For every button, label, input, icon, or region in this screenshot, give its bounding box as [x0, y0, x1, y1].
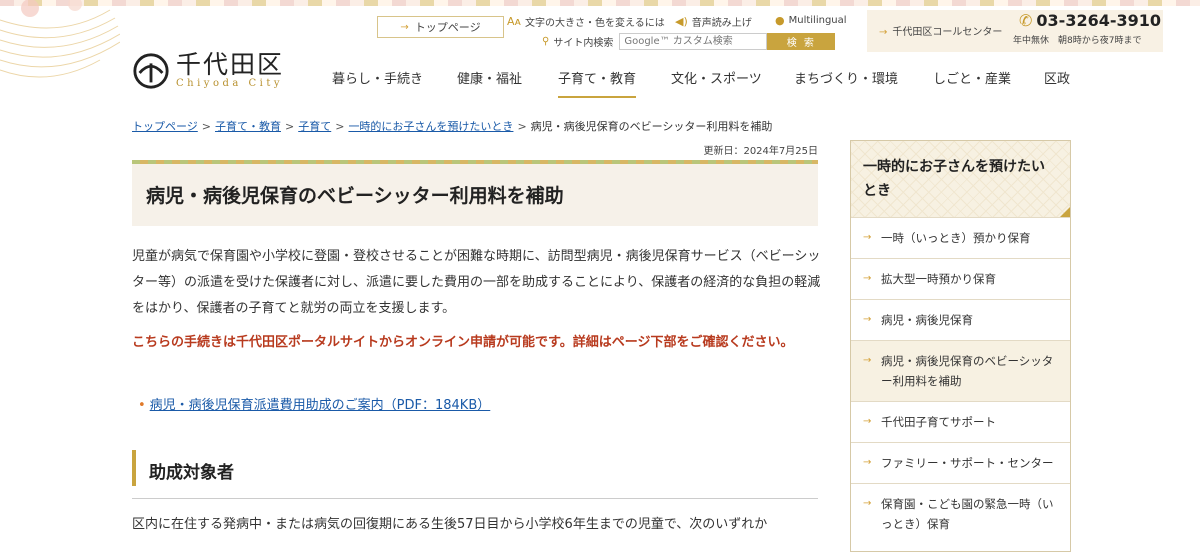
title-decorative-bar	[132, 160, 818, 164]
sidebar-header: 一時的にお子さんを預けたいとき	[851, 141, 1070, 217]
nav-item-culture[interactable]: 文化・スポーツ	[671, 68, 762, 87]
logo-title-en: Chiyoda City	[176, 78, 284, 89]
call-center-label: 千代田区コールセンター	[892, 27, 1003, 38]
nav-item-town[interactable]: まちづくり・環境	[794, 68, 898, 87]
sidebar-item-expanded[interactable]: → 拡大型一時預かり保育	[851, 258, 1070, 299]
sidebar-local-nav: 一時的にお子さんを預けたいとき → 一時（いっとき）預かり保育 → 拡大型一時預かり…	[850, 140, 1071, 552]
breadcrumb-separator: >	[285, 120, 295, 133]
arrow-right-icon: →	[863, 498, 872, 509]
breadcrumb-link-top[interactable]: トップページ	[132, 120, 198, 133]
sidebar-item-label: 一時（いっとき）預かり保育	[881, 231, 1031, 245]
intro-paragraph: 児童が病気で保育園や小学校に登園・登校させることが困難な時期に、訪問型病児・病後…	[132, 249, 821, 316]
sidebar-item-label: 病児・病後児保育のベビーシッター利用料を補助	[881, 354, 1054, 388]
sidebar-item-ittoki[interactable]: → 一時（いっとき）預かり保育	[851, 217, 1070, 258]
breadcrumb-link-childcare[interactable]: 子育て・教育	[215, 120, 281, 133]
arrow-right-icon: →	[863, 416, 872, 427]
top-page-label: トップページ	[414, 21, 481, 34]
nav-item-work[interactable]: しごと・産業	[933, 68, 1011, 87]
search-button[interactable]: 検 索	[767, 33, 836, 50]
sidebar-item-chiyoda-support[interactable]: → 千代田子育てサポート	[851, 401, 1070, 442]
sidebar-item-emergency-care[interactable]: → 保育園・こども園の緊急一時（いっとき）保育	[851, 483, 1070, 544]
voice-read-label: 音声読み上げ	[691, 18, 752, 29]
sidebar-item-label: ファミリー・サポート・センター	[881, 456, 1054, 470]
sidebar-item-label: 拡大型一時預かり保育	[881, 272, 996, 286]
nav-item-health[interactable]: 健康・福祉	[457, 68, 522, 87]
nav-item-childcare[interactable]: 子育て・教育	[558, 68, 637, 98]
font-size-color-label: 文字の大きさ・色を変えるには	[525, 18, 665, 29]
globe-icon: ●	[775, 14, 785, 27]
font-size-color-link[interactable]: Aᴀ 文字の大きさ・色を変えるには	[507, 14, 665, 29]
call-center-box: → 千代田区コールセンター ✆ 03-3264-3910 年中無休 朝8時から夜7時…	[867, 10, 1163, 52]
breadcrumb-current: 病児・病後児保育のベビーシッター利用料を補助	[530, 120, 773, 133]
sidebar-title: 一時的にお子さんを預けたいとき	[863, 159, 1045, 199]
site-search: ⚲ サイト内検索 検 索	[542, 33, 836, 50]
breadcrumb-separator: >	[517, 120, 527, 133]
top-page-button[interactable]: → トップページ	[377, 16, 504, 38]
arrow-right-icon: →	[863, 355, 872, 366]
call-number: ✆ 03-3264-3910	[1019, 11, 1161, 30]
search-input[interactable]	[619, 33, 768, 50]
call-number-text: 03-3264-3910	[1036, 11, 1162, 30]
arrow-right-icon: →	[863, 457, 872, 468]
decorative-wave-pattern	[0, 0, 120, 78]
breadcrumb-link-temporary[interactable]: 一時的にお子さんを預けたいとき	[348, 120, 513, 133]
search-icon: ⚲	[542, 36, 550, 47]
arrow-right-icon: →	[863, 232, 872, 243]
sidebar-item-sick-child[interactable]: → 病児・病後児保育	[851, 299, 1070, 340]
logo-title-ja: 千代田区	[176, 50, 285, 79]
chiyoda-emblem-icon	[133, 53, 169, 89]
sidebar-item-label: 千代田子育てサポート	[881, 415, 996, 429]
breadcrumb-separator: >	[335, 120, 345, 133]
arrow-right-icon: →	[879, 27, 888, 38]
pdf-link-item: • 病児・病後児保育派遣費用助成のご案内（PDF：184KB）	[138, 394, 490, 413]
page-title-box: 病児・病後児保育のベビーシッター利用料を補助	[132, 160, 818, 226]
breadcrumb-link-kosodate[interactable]: 子育て	[298, 120, 331, 133]
sidebar-item-family-support[interactable]: → ファミリー・サポート・センター	[851, 442, 1070, 483]
nav-item-living[interactable]: 暮らし・手続き	[332, 68, 423, 87]
sidebar-corner-accent	[1060, 207, 1070, 217]
nav-item-government[interactable]: 区政	[1044, 68, 1070, 87]
voice-read-link[interactable]: ◀) 音声読み上げ	[675, 14, 752, 29]
call-center-link[interactable]: → 千代田区コールセンター	[879, 23, 1002, 38]
sidebar-item-label: 保育園・こども園の緊急一時（いっとき）保育	[881, 497, 1054, 531]
pdf-guide-link[interactable]: 病児・病後児保育派遣費用助成のご案内（PDF：184KB）	[150, 398, 491, 413]
arrow-right-icon: →	[863, 273, 872, 284]
multilingual-link[interactable]: ● Multilingual	[775, 14, 847, 27]
arrow-right-icon: →	[400, 21, 409, 33]
heading-accent-bar	[132, 450, 136, 486]
eligibility-paragraph: 区内に在住する発病中・または病気の回復期にある生後57日目から小学校6年生までの…	[132, 517, 768, 532]
section-heading: 助成対象者	[132, 450, 818, 499]
bullet-icon: •	[138, 398, 146, 413]
search-label: サイト内検索	[553, 38, 614, 49]
page-title: 病児・病後児保育のベビーシッター利用料を補助	[146, 185, 564, 207]
breadcrumb-separator: >	[201, 120, 211, 133]
breadcrumb: トップページ > 子育て・教育 > 子育て > 一時的にお子さんを預けたいとき > 病児・病後児…	[132, 118, 772, 134]
online-application-notice: こちらの手続きは千代田区ポータルサイトからオンライン申請が可能です。詳細はページ…	[132, 335, 794, 350]
speaker-icon: ◀)	[675, 15, 688, 28]
phone-icon: ✆	[1019, 11, 1033, 30]
top-decorative-stripe	[0, 0, 1200, 6]
call-hours: 年中無休 朝8時から夜7時まで	[1013, 36, 1142, 46]
font-size-icon: Aᴀ	[507, 15, 522, 28]
search-label-wrap: ⚲ サイト内検索	[542, 34, 613, 49]
sidebar-item-label: 病児・病後児保育	[881, 313, 973, 327]
site-logo[interactable]: 千代田区 Chiyoda City	[132, 52, 284, 90]
arrow-right-icon: →	[863, 314, 872, 325]
updated-date: 更新日：2024年7月25日	[703, 146, 818, 157]
sidebar-item-babysitter-subsidy[interactable]: → 病児・病後児保育のベビーシッター利用料を補助	[851, 340, 1070, 401]
section-heading-text: 助成対象者	[149, 463, 234, 483]
multilingual-label: Multilingual	[788, 15, 847, 26]
